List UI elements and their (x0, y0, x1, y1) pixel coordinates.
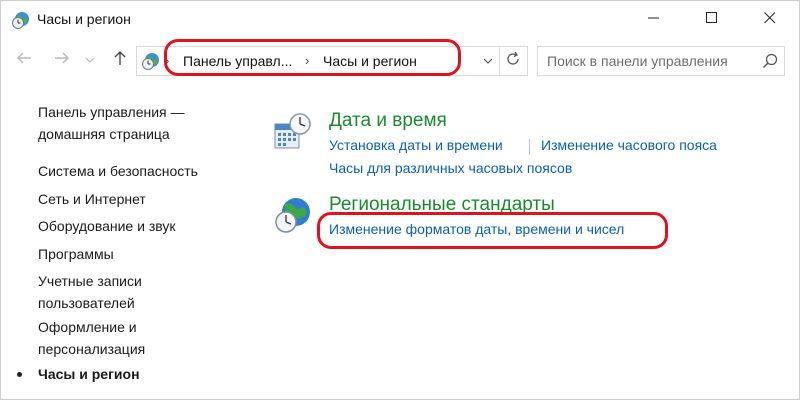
refresh-button[interactable] (499, 47, 526, 75)
close-button[interactable] (747, 1, 793, 39)
chevron-down-icon (85, 51, 95, 69)
category-title-date-time[interactable]: Дата и время (329, 110, 447, 132)
maximize-icon (706, 11, 718, 29)
recent-locations-button[interactable] (83, 49, 97, 71)
link-set-date-time[interactable]: Установка даты и времени (329, 137, 503, 153)
calendar-clock-icon (273, 112, 313, 152)
window-title: Часы и регион (37, 11, 131, 27)
maximize-button[interactable] (689, 1, 735, 39)
minimize-icon (648, 11, 660, 29)
current-item-bullet (17, 372, 22, 377)
clock-globe-icon (141, 51, 161, 71)
sidebar-item-hardware[interactable]: Оборудование и звук (38, 215, 176, 237)
title-bar: Часы и регион (1, 1, 799, 39)
clock-globe-icon (11, 10, 31, 30)
control-panel-window: Часы и регион › Панель управл... › Часы … (0, 0, 800, 400)
globe-clock-icon (273, 195, 313, 235)
up-button[interactable] (109, 49, 131, 71)
arrow-left-icon (16, 51, 32, 70)
search-placeholder: Поиск в панели управления (547, 53, 728, 69)
highlight-annotation (317, 212, 668, 249)
link-separator (529, 139, 530, 155)
sidebar-item-home[interactable]: Панель управления — домашняя страница (38, 101, 185, 145)
sidebar-item-appearance[interactable]: Оформление и персонализация (38, 316, 145, 360)
back-button[interactable] (13, 49, 35, 71)
highlight-annotation (164, 39, 461, 76)
sidebar-item-user-accounts[interactable]: Учетные записи пользователей (38, 270, 142, 314)
search-icon[interactable] (762, 53, 778, 69)
sidebar-item-programs[interactable]: Программы (38, 243, 114, 265)
sidebar-item-label: Часы и регион (38, 366, 140, 382)
minimize-button[interactable] (631, 1, 677, 39)
chevron-down-icon (483, 52, 493, 70)
address-history-button[interactable] (480, 47, 496, 75)
forward-button[interactable] (51, 49, 73, 71)
link-additional-clocks[interactable]: Часы для различных часовых поясов (329, 160, 572, 176)
sidebar-item-network[interactable]: Сеть и Интернет (38, 188, 146, 210)
arrow-right-icon (54, 51, 70, 70)
refresh-icon (505, 51, 521, 72)
sidebar-item-security[interactable]: Система и безопасность (38, 160, 198, 182)
sidebar-item-clock-region[interactable]: Часы и регион (17, 363, 140, 385)
link-change-timezone[interactable]: Изменение часового пояса (541, 137, 717, 153)
search-box[interactable]: Поиск в панели управления (537, 46, 785, 76)
close-icon (764, 11, 776, 29)
arrow-up-icon (113, 50, 127, 71)
